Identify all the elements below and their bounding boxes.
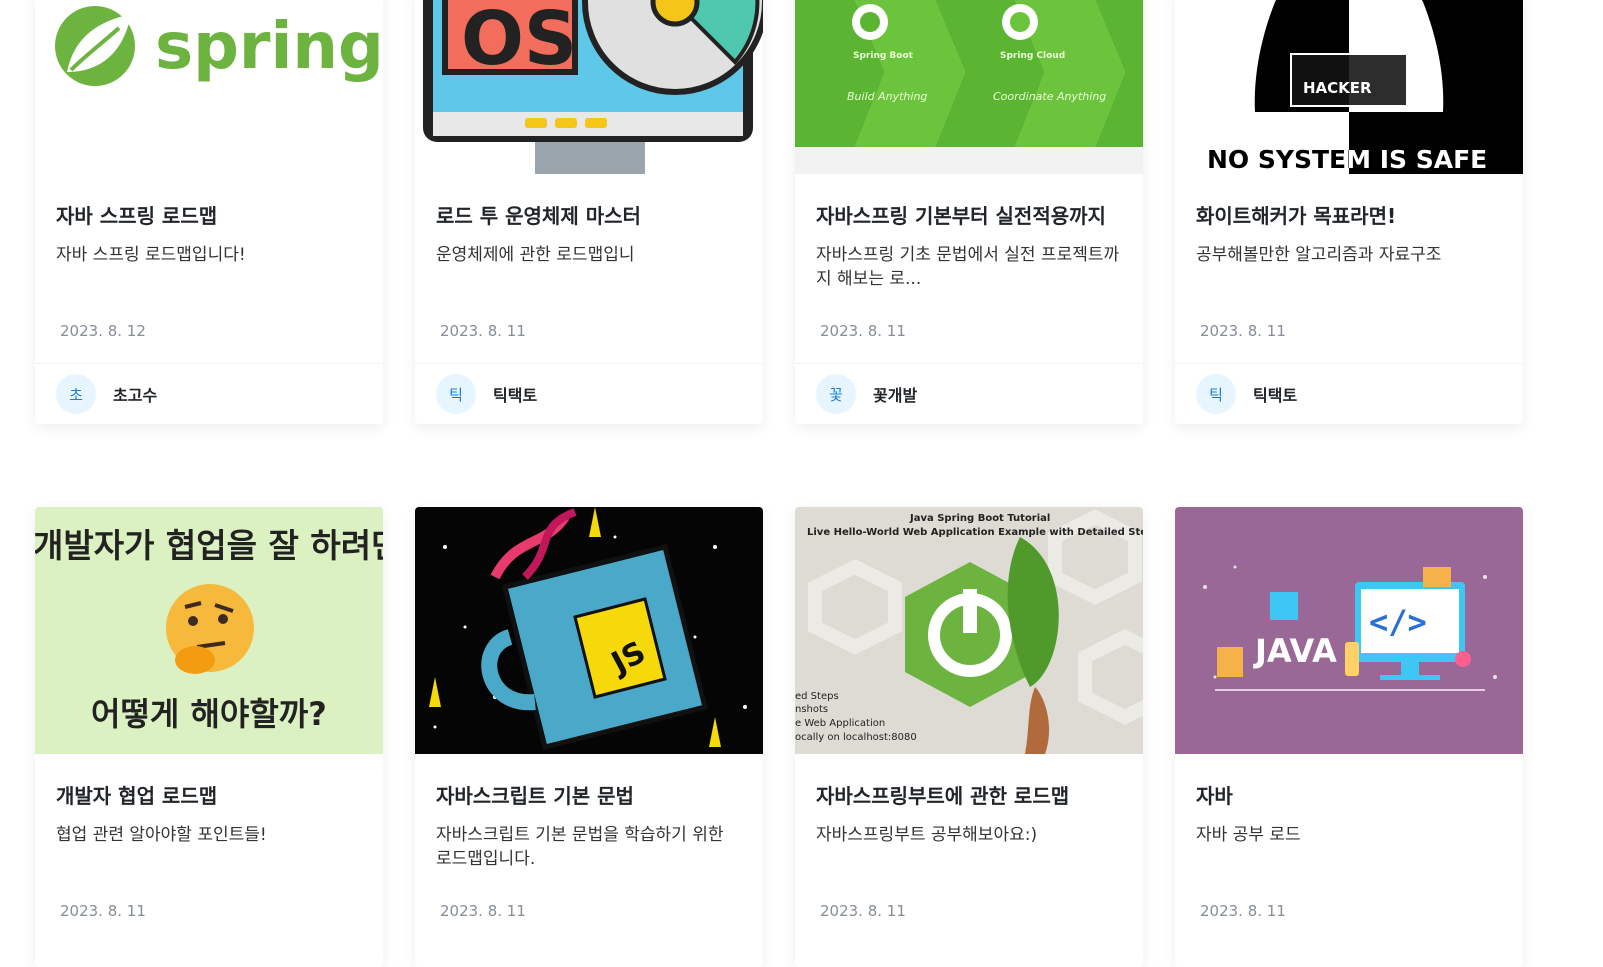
card-date: 2023. 8. 12	[60, 322, 146, 340]
spring-logo-text: spring	[155, 10, 383, 84]
card-date: 2023. 8. 11	[60, 902, 146, 920]
card-description: 자바 스프링 로드맵입니다!	[56, 245, 246, 265]
card-description: 자바 공부 로드	[1196, 825, 1301, 845]
svg-text:ocally on localhost:8080: ocally on localhost:8080	[795, 732, 917, 743]
card-title: 자바스프링 기본부터 실전적용까지	[816, 204, 1106, 228]
svg-text:</>: </>	[1369, 603, 1427, 641]
card-title: 자바스크립트 기본 문법	[436, 784, 634, 808]
thumb-line1: 개발자가 협업을 잘 하려면	[35, 526, 383, 565]
svg-text:Spring Boot: Spring Boot	[853, 51, 914, 61]
card-thumbnail: HACKER NO SYSTEM IS SAFE NO SYSTEM IS SA…	[1175, 0, 1523, 174]
card-title: 자바	[1196, 784, 1233, 808]
card-footer: 초 초고수	[35, 363, 383, 424]
card-title: 자바 스프링 로드맵	[56, 204, 218, 228]
roadmap-card[interactable]: </> JAVA 자바 자바 공부 로드 2023. 8. 11	[1175, 507, 1523, 967]
card-description: 협업 관련 알아야할 포인트들!	[56, 825, 267, 845]
card-thumbnail: OS	[415, 0, 763, 174]
hacker-badge: HACKER	[1303, 79, 1372, 97]
card-thumbnail: spring	[35, 0, 383, 174]
author-name[interactable]: 초고수	[113, 382, 157, 406]
thumb-line2: 어떻게 해야할까?	[91, 695, 327, 733]
card-thumbnail: </> JAVA	[1175, 507, 1523, 754]
card-title: 자바스프링부트에 관한 로드맵	[816, 784, 1070, 808]
card-date: 2023. 8. 11	[820, 322, 906, 340]
roadmap-card[interactable]: Java Spring Boot Tutorial Live Hello-Wor…	[795, 507, 1143, 967]
roadmap-card[interactable]: JS 자바스크립트 기본 문법 자바스크립트 기본 문법을 학습하기 위한 로드…	[415, 507, 763, 967]
svg-text:ed Steps: ed Steps	[795, 691, 839, 702]
roadmap-card[interactable]: 개발자가 협업을 잘 하려면 어떻게 해야할까? 개발자 협업 로드맵 협업 관…	[35, 507, 383, 967]
card-description: 운영체제에 관한 로드맵입니	[436, 245, 635, 265]
card-footer: 꽃 꽃개발	[795, 363, 1143, 424]
svg-text:nshots: nshots	[795, 704, 828, 715]
avatar[interactable]: 틱	[436, 374, 476, 414]
chip-icon	[1270, 592, 1298, 620]
author-name[interactable]: 틱택토	[493, 382, 537, 406]
author-name[interactable]: 꽃개발	[873, 382, 917, 406]
card-thumbnail: Spring Boot Spring Cloud Build Anything …	[795, 0, 1143, 174]
card-thumbnail: JS	[415, 507, 763, 754]
author-name[interactable]: 틱택토	[1253, 382, 1297, 406]
card-description: 자바스프링부트 공부해보아요:)	[816, 825, 1038, 845]
card-description: 공부해볼만한 알고리즘과 자료구조	[1196, 245, 1442, 265]
roadmap-card[interactable]: OS 로드 투 운영체제 마스터 운영체제에 관한 로드맵입니 2023. 8.…	[415, 0, 763, 424]
roadmap-card[interactable]: Spring Boot Spring Cloud Build Anything …	[795, 0, 1143, 424]
svg-text:Live Hello-World Web Applicati: Live Hello-World Web Application Example…	[807, 527, 1143, 538]
svg-text:Build Anything: Build Anything	[847, 90, 927, 103]
svg-text:Spring Cloud: Spring Cloud	[1000, 51, 1065, 61]
card-title: 화이트해커가 목표라면!	[1196, 204, 1397, 228]
svg-text:e Web Application: e Web Application	[795, 718, 885, 729]
folder-icon	[1217, 647, 1243, 677]
stack-icon	[1345, 642, 1359, 676]
svg-text:Java Spring Boot Tutorial: Java Spring Boot Tutorial	[909, 513, 1050, 524]
card-description: 자바스크립트 기본 문법을 학습하기 위한 로드맵입니다.	[436, 825, 724, 869]
card-date: 2023. 8. 11	[440, 322, 526, 340]
card-footer: 틱 틱택토	[415, 363, 763, 424]
java-text: JAVA	[1253, 632, 1337, 670]
card-date: 2023. 8. 11	[1200, 902, 1286, 920]
roadmap-card[interactable]: spring 자바 스프링 로드맵 자바 스프링 로드맵입니다! 2023. 8…	[35, 0, 383, 424]
card-description: 자바스프링 기초 문법에서 실전 프로젝트까지 해보는 로...	[816, 245, 1120, 289]
card-thumbnail: Java Spring Boot Tutorial Live Hello-Wor…	[795, 507, 1143, 754]
spring-leaf-icon	[55, 6, 135, 86]
roadmap-card[interactable]: HACKER NO SYSTEM IS SAFE NO SYSTEM IS SA…	[1175, 0, 1523, 424]
os-text: OS	[461, 0, 577, 82]
avatar[interactable]: 초	[56, 374, 96, 414]
card-thumbnail: 개발자가 협업을 잘 하려면 어떻게 해야할까?	[35, 507, 383, 754]
card-title: 로드 투 운영체제 마스터	[436, 204, 641, 228]
avatar[interactable]: 틱	[1196, 374, 1236, 414]
card-title: 개발자 협업 로드맵	[56, 784, 218, 808]
card-footer: 틱 틱택토	[1175, 363, 1523, 424]
card-date: 2023. 8. 11	[440, 902, 526, 920]
card-date: 2023. 8. 11	[820, 902, 906, 920]
svg-text:Coordinate Anything: Coordinate Anything	[993, 90, 1106, 103]
card-date: 2023. 8. 11	[1200, 322, 1286, 340]
avatar[interactable]: 꽃	[816, 374, 856, 414]
